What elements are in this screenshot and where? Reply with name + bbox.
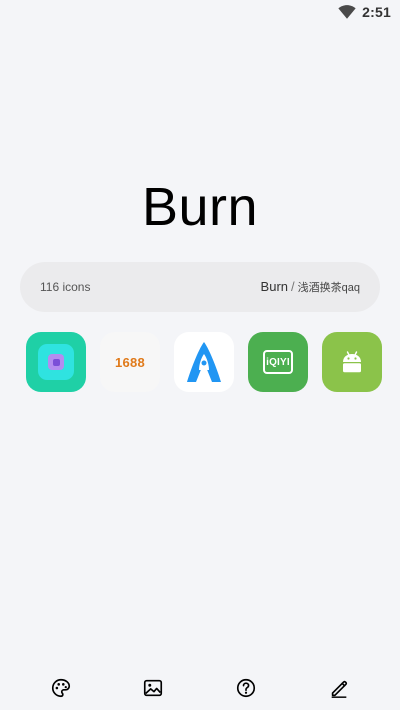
palette-icon: [51, 678, 71, 698]
android-robot-icon: [343, 351, 361, 373]
wallpaper-icon: [143, 679, 163, 697]
icon-count: 116 icons: [40, 280, 91, 294]
nav-help-button[interactable]: [234, 676, 258, 700]
iqiyi-logo-text: iQIYI: [266, 356, 290, 368]
iqiyi-app-icon[interactable]: iQIYI: [248, 332, 308, 392]
status-bar: 2:51: [0, 0, 400, 24]
icon-preview-row: 1688 iQIYI: [26, 332, 382, 392]
author-sub: 浅酒换茶qaq: [297, 282, 360, 294]
status-right: 2:51: [338, 4, 391, 20]
1688-app-icon[interactable]: 1688: [100, 332, 160, 392]
author-name: Burn: [260, 279, 289, 294]
app-title: Burn: [141, 177, 259, 237]
author-credit: Burn / 浅酒换茶qaq: [261, 279, 360, 295]
rocket-icon: [187, 342, 221, 382]
nav-wallpaper-button[interactable]: [141, 676, 165, 700]
android-app-icon[interactable]: [322, 332, 382, 392]
edit-icon: [331, 680, 348, 698]
help-icon: [236, 678, 256, 698]
teal-app-icon-dot: [52, 358, 60, 366]
teal-app-icon[interactable]: [26, 332, 86, 392]
teal-app-icon-inner: [38, 344, 74, 380]
teal-app-icon-core: [48, 354, 64, 370]
iqiyi-logo-frame: iQIYI: [263, 350, 293, 374]
1688-app-label: 1688: [114, 354, 146, 370]
nav-themes-button[interactable]: [49, 676, 73, 700]
rocket-app-icon[interactable]: [174, 332, 234, 392]
bottom-nav: [0, 672, 400, 704]
info-pill: 116 icons Burn / 浅酒换茶qaq: [20, 262, 380, 312]
status-time: 2:51: [362, 4, 391, 20]
author-separator: /: [291, 279, 295, 294]
nav-edit-button[interactable]: [327, 676, 351, 700]
wifi-icon: [338, 5, 356, 19]
